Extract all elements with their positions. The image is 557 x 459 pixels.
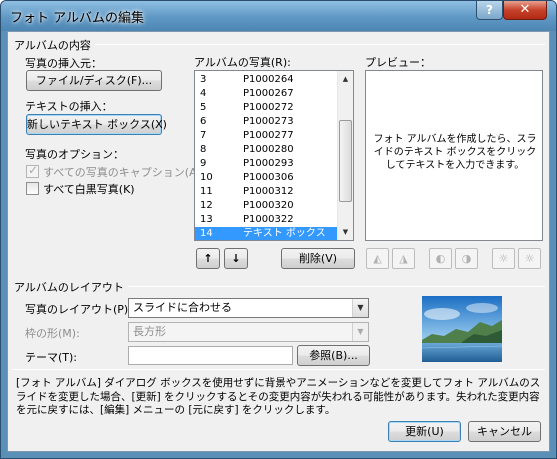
list-item-number: 9 — [200, 158, 207, 169]
new-textbox-button[interactable]: 新しいテキスト ボックス(X) — [26, 114, 167, 135]
brightness-down-icon[interactable]: ☼ — [518, 248, 541, 269]
list-item-name: P1000273 — [243, 116, 294, 127]
list-item-number: 13 — [200, 214, 213, 225]
list-item-number: 7 — [200, 130, 207, 141]
content-group-title: アルバムの内容 — [14, 37, 95, 53]
list-item-name: P1000267 — [243, 88, 294, 99]
list-item-name: P1000280 — [243, 144, 294, 155]
list-item[interactable]: 5 P1000272 — [195, 101, 338, 115]
frame-shape-value: 長方形 — [133, 325, 166, 338]
rotate-right-icon[interactable]: ◮ — [392, 248, 415, 269]
list-item[interactable]: 3 P1000264 — [195, 73, 338, 87]
separator — [12, 369, 545, 370]
move-up-button[interactable]: ↑ — [196, 248, 220, 269]
delete-button[interactable]: 削除(V) — [281, 248, 355, 269]
dialog-window: フォト アルバムの編集 ? ✕ アルバムの内容 写真の挿入元： ファイル/ディス… — [0, 0, 557, 459]
list-item-number: 14 — [200, 228, 213, 239]
picture-options-label: 写真のオプション： — [25, 148, 124, 161]
scroll-thumb[interactable] — [339, 120, 352, 202]
checkmark-icon: ✓ — [28, 163, 39, 177]
brightness-up-icon[interactable]: ☼ — [492, 248, 515, 269]
list-item-name: P1000312 — [243, 186, 294, 197]
list-item-number: 10 — [200, 172, 213, 183]
list-item[interactable]: 8 P1000280 — [195, 143, 338, 157]
list-item[interactable]: 7 P1000277 — [195, 129, 338, 143]
list-item-number: 12 — [200, 200, 213, 211]
scroll-up-icon[interactable]: ▲ — [338, 71, 353, 87]
list-item-name: P1000277 — [243, 130, 294, 141]
window-title: フォト アルバムの編集 — [10, 11, 145, 26]
list-item[interactable]: 13 P1000322 — [195, 213, 338, 227]
theme-label: テーマ(T): — [25, 351, 78, 364]
rotate-left-icon[interactable]: ◭ — [366, 248, 389, 269]
chevron-down-icon[interactable]: ▼ — [352, 299, 368, 317]
contrast-down-icon[interactable]: ◑ — [455, 248, 478, 269]
list-item-number: 8 — [200, 144, 207, 155]
contrast-up-icon[interactable]: ◐ — [429, 248, 452, 269]
picture-list-label: アルバムの写真(R): — [194, 56, 291, 69]
picture-layout-select[interactable]: スライドに合わせる ▼ — [128, 298, 369, 318]
list-item[interactable]: 6 P1000273 — [195, 115, 338, 129]
list-item-name: P1000306 — [243, 172, 294, 183]
preview-text: フォト アルバムを作成したら、スライドのテキスト ボックスをクリックしてテキスト… — [373, 134, 537, 171]
list-item[interactable]: 9 P1000293 — [195, 157, 338, 171]
chevron-down-icon[interactable]: ▼ — [352, 323, 368, 341]
list-item-name: P1000320 — [243, 200, 294, 211]
dialog-body: アルバムの内容 写真の挿入元： ファイル/ディスク(F)... テキストの挿入：… — [7, 31, 550, 452]
list-item[interactable]: 14 テキスト ボックス — [195, 227, 338, 240]
list-item[interactable]: 10 P1000306 — [195, 171, 338, 185]
list-item-name: P1000322 — [243, 214, 294, 225]
frame-shape-label: 枠の形(M): — [25, 327, 80, 340]
list-item-name: テキスト ボックス — [243, 228, 326, 239]
list-item[interactable]: 4 P1000267 — [195, 87, 338, 101]
captions-label: すべての写真のキャプション(A) — [43, 166, 201, 179]
list-item-name: P1000264 — [243, 74, 294, 85]
list-item-number: 3 — [200, 74, 207, 85]
browse-button[interactable]: 参照(B)... — [297, 345, 370, 366]
help-button[interactable]: ? — [476, 1, 503, 20]
preview-pane: フォト アルバムを作成したら、スライドのテキスト ボックスをクリックしてテキスト… — [365, 70, 543, 241]
list-item-name: P1000272 — [243, 102, 294, 113]
insert-text-label: テキストの挿入： — [25, 100, 113, 113]
insert-picture-label: 写真の挿入元： — [25, 57, 102, 70]
layout-preview-image — [422, 296, 502, 362]
layout-group-title: アルバムのレイアウト — [14, 279, 128, 295]
scroll-down-icon[interactable]: ▼ — [338, 224, 353, 240]
picture-layout-label: 写真のレイアウト(P): — [25, 303, 132, 316]
list-item-number: 6 — [200, 116, 207, 127]
frame-shape-select[interactable]: 長方形 ▼ — [128, 322, 369, 342]
theme-input[interactable] — [128, 346, 293, 365]
cancel-button[interactable]: キャンセル — [468, 421, 541, 442]
list-item-number: 4 — [200, 88, 207, 99]
file-disk-button[interactable]: ファイル/ディスク(F)... — [26, 70, 162, 91]
close-button[interactable]: ✕ — [503, 1, 547, 20]
black-white-checkbox[interactable] — [26, 182, 39, 195]
picture-list[interactable]: 3 P1000264 4 P1000267 5 P1000272 6 P1000273 7 P10… — [194, 70, 354, 241]
list-item-number: 5 — [200, 102, 207, 113]
warning-note: [フォト アルバム] ダイアログ ボックスを使用せずに背景やアニメーションなどを… — [16, 377, 541, 416]
preview-label: プレビュー： — [365, 56, 431, 69]
black-white-label: すべて白黒写真(K) — [43, 183, 135, 196]
list-scrollbar[interactable]: ▲ ▼ — [337, 71, 353, 240]
update-button[interactable]: 更新(U) — [388, 421, 461, 442]
list-item-name: P1000293 — [243, 158, 294, 169]
picture-layout-value: スライドに合わせる — [133, 301, 232, 314]
list-item[interactable]: 11 P1000312 — [195, 185, 338, 199]
captions-checkbox[interactable]: ✓ — [26, 163, 39, 178]
list-item[interactable]: 12 P1000320 — [195, 199, 338, 213]
move-down-button[interactable]: ↓ — [224, 248, 248, 269]
title-bar[interactable]: フォト アルバムの編集 ? ✕ — [1, 1, 556, 31]
list-item-number: 11 — [200, 186, 213, 197]
